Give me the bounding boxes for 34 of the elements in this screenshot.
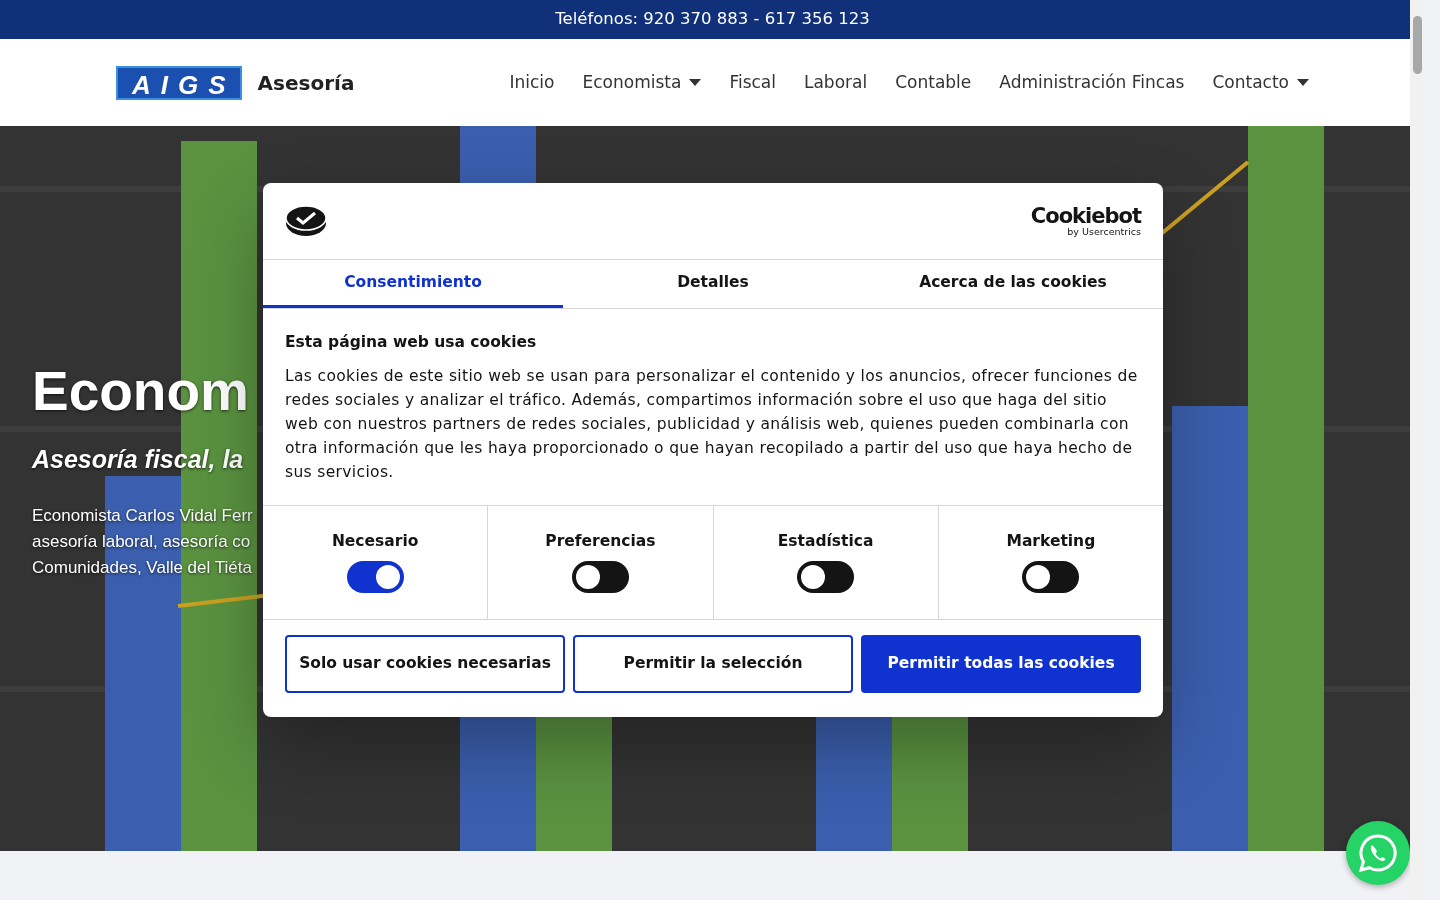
hero-title: Econom: [32, 364, 250, 419]
toggle-label: Preferencias: [544, 531, 657, 552]
toggle-label: Estadística: [776, 531, 875, 552]
logo-tagline: by Usercentrics: [1066, 226, 1141, 237]
toggle-switch[interactable]: [1022, 561, 1080, 594]
chat-button[interactable]: [1346, 821, 1410, 885]
scrollbar[interactable]: [1410, 0, 1425, 900]
dialog-tab[interactable]: Consentimiento: [263, 260, 563, 308]
nav-link[interactable]: Inicio: [509, 69, 555, 96]
nav-link[interactable]: Contable: [895, 69, 972, 96]
dialog-tab[interactable]: Acerca de las cookies: [863, 260, 1163, 308]
hero-subtitle: Asesoría fiscal, la: [32, 444, 245, 475]
toggle-switch[interactable]: [346, 561, 404, 594]
site-name[interactable]: Asesoría: [257, 67, 355, 98]
toggle-switch[interactable]: [571, 561, 629, 594]
toggle-switch[interactable]: [797, 561, 855, 594]
dialog-heading: Esta página web usa cookies: [285, 332, 538, 353]
dialog-button[interactable]: Permitir la selección: [573, 635, 853, 693]
cookiebot-logo[interactable]: Cookiebot: [1030, 205, 1141, 227]
logo[interactable]: AIGS: [116, 65, 242, 100]
cookie-check-icon: [285, 205, 327, 237]
nav-link[interactable]: Fiscal: [729, 69, 776, 96]
dialog-button[interactable]: Permitir todas las cookies: [861, 635, 1141, 693]
dialog-text: Las cookies de este sitio web se usan para personalizar el contenido y los anuncios, ofrecer funciones de redes sociales y analizar el tráfico. Además, compartimos información sobre el uso que haga del sitio web con nuestros partners de redes sociales, publicidad y análisis web, quienes pueden combinarla con otra información que les haya proporcionado o que hayan recopilado a partir del uso que haya hecho de sus servicios.: [285, 366, 1139, 484]
nav-link[interactable]: Economista: [582, 69, 702, 96]
toggle-label: Marketing: [1005, 531, 1097, 552]
chat-phone-icon: [1358, 833, 1398, 873]
nav-link[interactable]: Administración Fincas: [999, 69, 1185, 96]
dialog-button[interactable]: Solo usar cookies necesarias: [285, 635, 565, 693]
phone-numbers: Teléfonos: 920 370 883 - 617 356 123: [555, 8, 870, 31]
toggle-label: Necesario: [330, 531, 420, 552]
dialog-tab[interactable]: Detalles: [563, 260, 863, 308]
nav-link[interactable]: Laboral: [804, 69, 868, 96]
nav-link[interactable]: Contacto: [1212, 69, 1309, 96]
